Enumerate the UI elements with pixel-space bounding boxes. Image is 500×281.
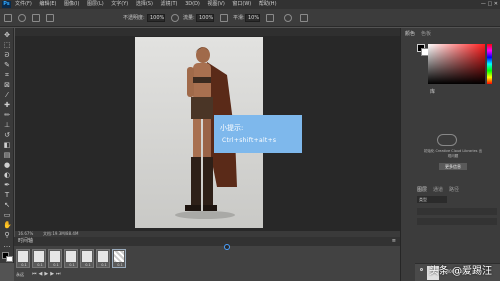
options-bar: 不透明度: 100% 流量: 100% 平滑: 10% <box>0 9 500 27</box>
home-icon[interactable] <box>4 14 12 22</box>
tip-box: 小提示: Ctrl+shift+alt+s <box>214 115 302 153</box>
animation-frame[interactable]: 0.1 <box>112 249 126 268</box>
crop-tool-icon[interactable]: ⌗ <box>3 72 11 79</box>
more-tools-icon[interactable]: … <box>3 242 11 249</box>
animation-frame[interactable]: 0.1 <box>16 249 30 268</box>
gradient-tool-icon[interactable]: ▤ <box>3 152 11 159</box>
menu-type[interactable]: 文字(Y) <box>111 1 128 7</box>
smoothing-label: 平滑: <box>233 15 245 21</box>
eye-icon[interactable] <box>420 268 423 271</box>
menu-file[interactable]: 文件(F) <box>15 1 32 7</box>
clone-stamp-tool-icon[interactable]: ⊥ <box>3 122 11 129</box>
layer-lock-row[interactable] <box>417 218 497 225</box>
background-color-swatch[interactable] <box>6 256 13 262</box>
watermark-text: 头条 @爱踢汪 <box>428 266 492 277</box>
menu-view[interactable]: 视图(V) <box>207 1 224 7</box>
move-tool-icon[interactable]: ✥ <box>3 32 11 39</box>
frame-duration[interactable]: 0.1 <box>65 263 79 267</box>
panel-menu-icon[interactable]: ≡ <box>392 237 396 246</box>
quick-select-tool-icon[interactable]: ✎ <box>3 62 11 69</box>
frame-duration[interactable]: 0.1 <box>81 263 95 267</box>
more-info-button[interactable]: 更多信息 <box>439 163 467 170</box>
frame-duration[interactable]: 0.1 <box>113 263 127 267</box>
marquee-tool-icon[interactable]: ⬚ <box>3 42 11 49</box>
frame-duration[interactable]: 0.1 <box>97 263 111 267</box>
menu-layer[interactable]: 图层(L) <box>87 1 104 7</box>
hue-slider[interactable] <box>487 44 492 84</box>
animation-frame[interactable]: 0.1 <box>32 249 46 268</box>
timeline-header: 时间轴 ≡ <box>14 237 400 246</box>
color-picker-field[interactable] <box>428 44 485 84</box>
creative-cloud-icon <box>437 134 457 146</box>
timeline-panel: 0.1 0.1 0.1 0.1 0.1 0.1 0.1 永远 ⏮◀▶▶⏭ <box>14 244 400 281</box>
animation-frame[interactable]: 0.1 <box>96 249 110 268</box>
zoom-tool-icon[interactable]: ⚲ <box>3 232 11 239</box>
smoothing-field[interactable]: 10% <box>245 14 260 22</box>
frame-duration[interactable]: 0.1 <box>49 263 63 267</box>
tip-title: 小提示: <box>220 124 244 132</box>
brush-preset-icon[interactable] <box>18 14 26 22</box>
smoothing-options-icon[interactable] <box>266 14 274 22</box>
healing-brush-tool-icon[interactable]: ✚ <box>3 102 11 109</box>
brush-tool-icon[interactable]: ✏ <box>3 112 11 119</box>
frame-duration[interactable]: 0.1 <box>17 263 31 267</box>
libraries-tab[interactable]: 库 <box>430 88 435 95</box>
playback-controls[interactable]: ⏮◀▶▶⏭ <box>32 271 63 277</box>
menu-edit[interactable]: 编辑(E) <box>39 1 56 7</box>
lasso-tool-icon[interactable]: ᘐ <box>3 52 11 59</box>
blur-tool-icon[interactable]: ● <box>3 162 11 169</box>
menu-list: 文件(F) 编辑(E) 图像(I) 图层(L) 文字(Y) 选择(S) 滤镜(T… <box>15 0 283 9</box>
tip-shortcut: Ctrl+shift+alt+s <box>222 137 277 144</box>
flow-label: 流量: <box>183 15 195 21</box>
pen-tool-icon[interactable]: ✒ <box>3 182 11 189</box>
shape-tool-icon[interactable]: ▭ <box>3 212 11 219</box>
cursor-icon <box>224 244 230 250</box>
document-tab-strip <box>15 28 400 36</box>
menu-3d[interactable]: 3D(D) <box>185 1 200 7</box>
airbrush-icon[interactable] <box>220 14 228 22</box>
menu-help[interactable]: 帮助(H) <box>259 1 277 7</box>
color-tab[interactable]: 颜色 <box>405 30 415 37</box>
loop-option[interactable]: 永远 <box>16 272 24 278</box>
pressure-size-icon[interactable] <box>284 14 292 22</box>
photoshop-logo-icon: Ps <box>2 1 11 8</box>
path-select-tool-icon[interactable]: ↖ <box>3 202 11 209</box>
dodge-tool-icon[interactable]: ◐ <box>3 172 11 179</box>
brush-settings-icon[interactable] <box>32 14 40 22</box>
channels-tab[interactable]: 通道 <box>433 186 443 193</box>
layer-filter-kind[interactable]: 类型 <box>417 196 447 203</box>
menu-bar: Ps 文件(F) 编辑(E) 图像(I) 图层(L) 文字(Y) 选择(S) 滤… <box>0 0 500 9</box>
layer-blend-mode[interactable] <box>417 208 497 215</box>
timeline-title[interactable]: 时间轴 <box>18 237 33 246</box>
type-tool-icon[interactable]: T <box>3 192 11 199</box>
eyedropper-tool-icon[interactable]: ⁄ <box>3 92 11 99</box>
menu-image[interactable]: 图像(I) <box>64 1 79 7</box>
tools-panel: ✥ ⬚ ᘐ ✎ ⌗ ⊠ ⁄ ✚ ✏ ⊥ ↺ ◧ ▤ ● ◐ ✒ T ↖ ▭ ✋ … <box>0 28 14 263</box>
window-controls[interactable]: — □ ✕ <box>481 0 498 9</box>
opacity-label: 不透明度: <box>123 15 145 21</box>
mode-dropdown-icon[interactable] <box>46 14 54 22</box>
paths-tab[interactable]: 路径 <box>449 186 459 193</box>
animation-frame[interactable]: 0.1 <box>48 249 62 268</box>
history-brush-tool-icon[interactable]: ↺ <box>3 132 11 139</box>
frame-duration[interactable]: 0.1 <box>33 263 47 267</box>
animation-frame[interactable]: 0.1 <box>64 249 78 268</box>
hand-tool-icon[interactable]: ✋ <box>3 222 12 229</box>
menu-select[interactable]: 选择(S) <box>136 1 153 7</box>
libraries-message: 初始化 Creative Cloud Libraries 出现问题 <box>423 149 483 158</box>
flow-field[interactable]: 100% <box>196 14 214 22</box>
menu-window[interactable]: 窗口(W) <box>232 1 251 7</box>
swatches-tab[interactable]: 色板 <box>421 30 431 37</box>
menu-filter[interactable]: 滤镜(T) <box>161 1 178 7</box>
animation-frame[interactable]: 0.1 <box>80 249 94 268</box>
symmetry-icon[interactable] <box>300 14 308 22</box>
frame-tool-icon[interactable]: ⊠ <box>3 82 11 89</box>
pressure-opacity-icon[interactable] <box>171 14 179 22</box>
opacity-field[interactable]: 100% <box>147 14 165 22</box>
layers-tab[interactable]: 图层 <box>417 186 427 193</box>
eraser-tool-icon[interactable]: ◧ <box>3 142 11 149</box>
